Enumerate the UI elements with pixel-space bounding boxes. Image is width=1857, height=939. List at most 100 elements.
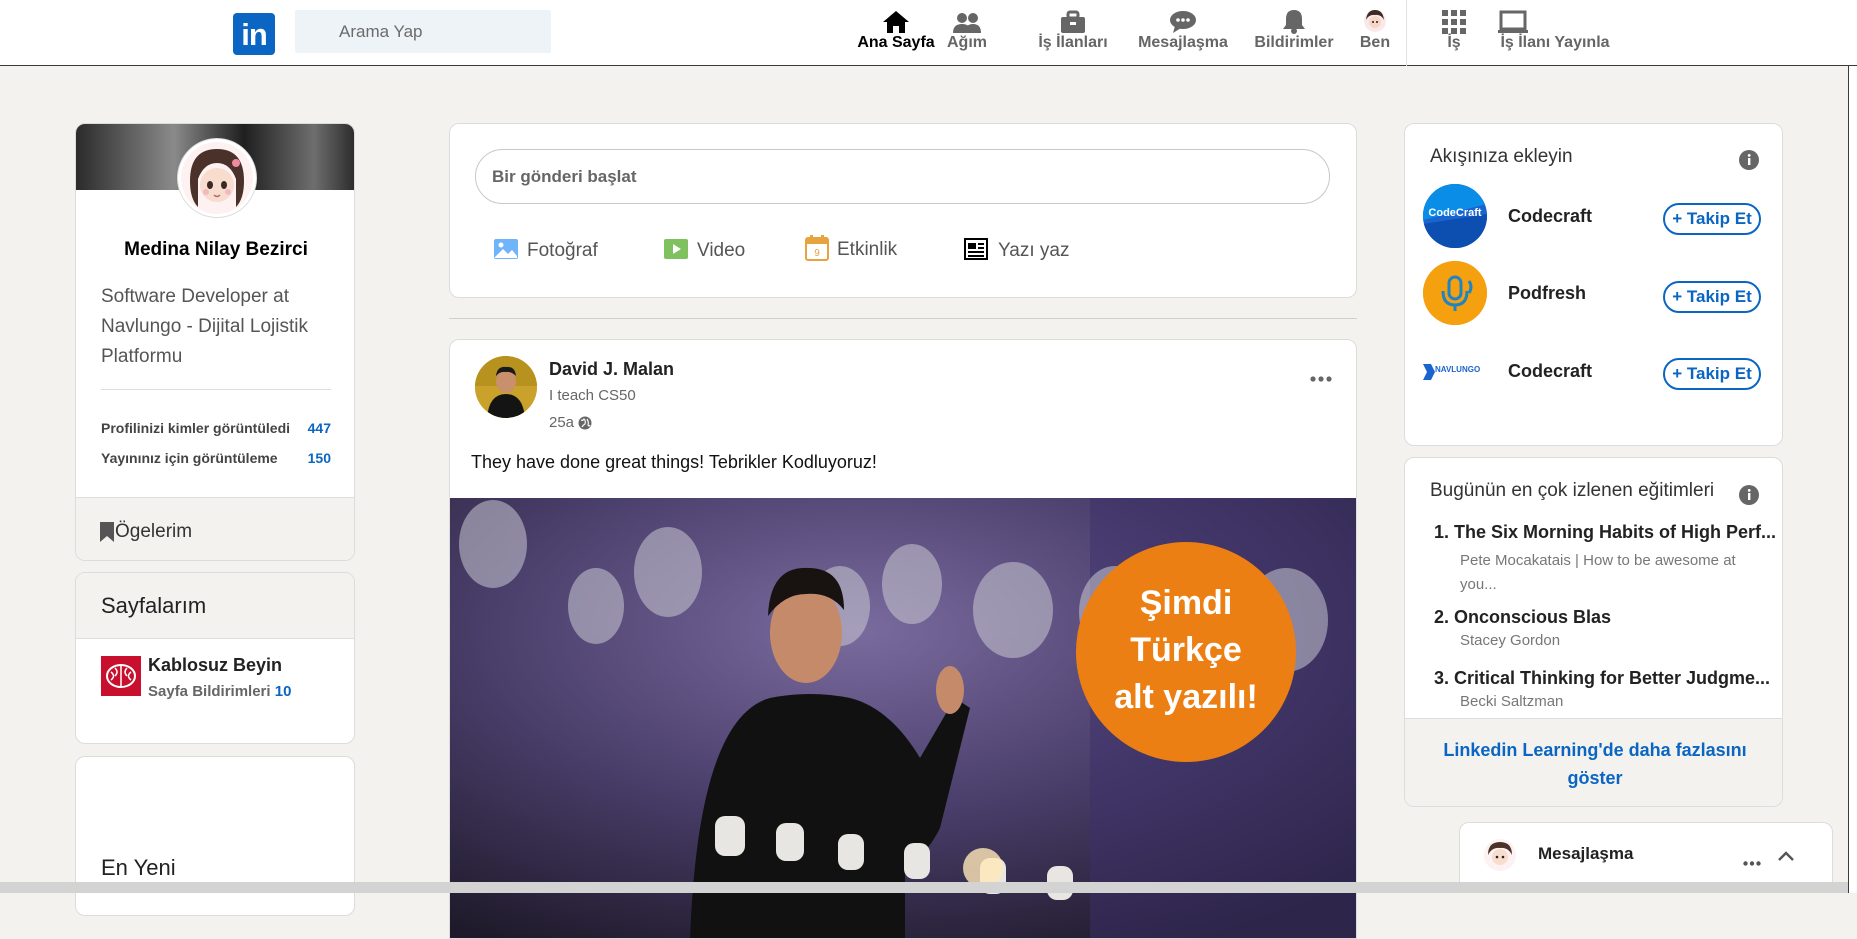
nav-jobs[interactable]: İş İlanları [1033, 6, 1113, 52]
post-meta: 25a [549, 414, 592, 431]
profile-views-label: Profilinizi kimler görüntüledi [101, 420, 291, 436]
vertical-scrollbar[interactable] [1848, 66, 1857, 893]
profile-views-value: 447 [307, 420, 331, 436]
badge-line: alt yazılı! [1114, 678, 1258, 716]
company-name[interactable]: Codecraft [1508, 361, 1592, 382]
profile-views-stat[interactable]: Profilinizi kimler görüntüledi 447 [101, 420, 331, 440]
messaging-icon [1135, 6, 1231, 34]
author-name[interactable]: David J. Malan [549, 359, 674, 380]
divider [101, 389, 331, 390]
course-title: 2. Onconscious Blas [1434, 607, 1612, 627]
write-article-button[interactable]: Yazı yaz [964, 236, 1069, 266]
saved-items-row[interactable]: Ögelerim [76, 497, 354, 560]
calendar-icon: 9 [805, 234, 829, 266]
video-button[interactable]: Video [663, 236, 745, 266]
post-views-label: Yayınınız için görüntüleme [101, 450, 278, 466]
company-logo-text: CodeCraft [1428, 207, 1482, 219]
learning-more-section: Linkedin Learning'de daha fazlasını göst… [1405, 718, 1782, 806]
course-item[interactable]: 3. Critical Thinking for Better Judgme..… [1434, 668, 1774, 710]
profile-name[interactable]: Medina Nilay Bezirci [76, 239, 354, 261]
nav-notifications-label: Bildirimler [1254, 34, 1334, 51]
linkedin-logo[interactable]: in [233, 13, 275, 55]
info-icon[interactable] [1739, 150, 1759, 175]
page-notifications[interactable]: Sayfa Bildirimleri 10 [148, 683, 291, 700]
messaging-label: Mesajlaşma [1538, 844, 1634, 863]
more-options-icon[interactable] [1310, 369, 1332, 387]
author-subtitle: I teach CS50 [549, 387, 636, 404]
recent-title: En Yeni [101, 855, 176, 880]
nav-network[interactable]: Ağım [942, 6, 992, 52]
company-logo[interactable]: CodeCraft [1423, 184, 1487, 248]
nav-divider [1406, 0, 1407, 66]
profile-card: Medina Nilay Bezirci Software Developer … [75, 123, 355, 561]
page-logo[interactable] [101, 656, 141, 696]
write-article-label: Yazı yaz [998, 240, 1070, 261]
grid-icon [1436, 6, 1472, 34]
chevron-up-icon[interactable] [1778, 848, 1794, 866]
start-post-input[interactable]: Bir gönderi başlat [475, 149, 1330, 204]
top-navigation-bar: in Arama Yap Ana Sayfa Ağım İş İlanları … [0, 0, 1857, 66]
follow-button[interactable]: + Takip Et [1663, 358, 1761, 390]
post-views-stat[interactable]: Yayınınız için görüntüleme 150 [101, 450, 331, 470]
post-job-icon [1498, 6, 1612, 34]
photo-label: Fotoğraf [527, 240, 598, 261]
video-label: Video [697, 240, 746, 261]
learning-card: Bugünün en çok izlenen eğitimleri 1. The… [1404, 457, 1783, 807]
photo-button[interactable]: Fotoğraf [493, 236, 598, 266]
course-author: Stacey Gordon [1460, 632, 1561, 649]
page-notifications-label: Sayfa Bildirimleri [148, 683, 271, 700]
nav-messaging[interactable]: Mesajlaşma [1135, 6, 1231, 52]
learning-more-link[interactable]: Linkedin Learning'de daha fazlasını göst… [1435, 736, 1755, 792]
post-text: They have done great things! Tebrikler K… [471, 452, 877, 472]
course-author: Pete Mocakatais | How to be awesome at y… [1460, 552, 1736, 593]
nav-me-label: Ben [1359, 34, 1391, 51]
feed-divider [449, 318, 1357, 319]
search-input[interactable]: Arama Yap [295, 10, 551, 53]
post-views-value: 150 [307, 450, 331, 466]
pages-card: Sayfalarım Kablosuz Beyin Sayfa Bildirim… [75, 572, 355, 744]
company-name[interactable]: Podfresh [1508, 283, 1586, 304]
suggestions-card: Akışınıza ekleyin CodeCraft Codecraft + … [1404, 123, 1783, 446]
event-button[interactable]: 9 Etkinlik [805, 234, 897, 266]
more-options-icon[interactable] [1743, 853, 1761, 871]
company-name[interactable]: Codecraft [1508, 206, 1592, 227]
feed-post: David J. Malan I teach CS50 25a They hav… [449, 339, 1357, 939]
horizontal-scrollbar[interactable] [0, 882, 1848, 893]
video-icon [663, 238, 689, 265]
nav-me[interactable]: Ben [1355, 6, 1395, 52]
nav-home[interactable]: Ana Sayfa [844, 6, 948, 52]
author-avatar[interactable] [475, 356, 537, 418]
post-image[interactable]: Şimdi Türkçe alt yazılı! [450, 498, 1356, 938]
nav-post-job[interactable]: İş İlanı Yayınla [1498, 6, 1612, 52]
network-icon [942, 6, 992, 34]
course-title: 1. The Six Morning Habits of High Perf..… [1434, 522, 1777, 542]
nav-jobs-label: İş İlanları [1038, 34, 1108, 51]
avatar [1355, 6, 1395, 34]
svg-text:9: 9 [814, 248, 820, 259]
company-logo[interactable]: NAVLUNGO [1423, 360, 1487, 386]
badge-line: Şimdi [1139, 584, 1233, 622]
follow-button[interactable]: + Takip Et [1663, 203, 1761, 235]
saved-items-label: Ögelerim [115, 521, 193, 542]
course-item[interactable]: 1. The Six Morning Habits of High Perf..… [1434, 522, 1777, 597]
pages-title: Sayfalarım [101, 593, 207, 618]
company-logo[interactable] [1423, 261, 1487, 325]
info-icon[interactable] [1739, 485, 1759, 510]
nav-messaging-label: Mesajlaşma [1138, 34, 1228, 51]
course-item[interactable]: 2. Onconscious Blas Stacey Gordon [1434, 607, 1774, 649]
profile-avatar[interactable] [178, 139, 256, 217]
post-time: 25a [549, 414, 575, 431]
nav-work[interactable]: İş [1436, 6, 1472, 52]
briefcase-icon [1033, 6, 1113, 34]
follow-button[interactable]: + Takip Et [1663, 281, 1761, 313]
post-composer: Bir gönderi başlat Fotoğraf Video 9 Etki… [449, 123, 1357, 298]
company-logo-text: NAVLUNGO [1435, 365, 1481, 374]
pages-header: Sayfalarım [76, 573, 354, 639]
suggestions-title: Akışınıza ekleyin [1430, 146, 1573, 167]
nav-notifications[interactable]: Bildirimler [1252, 6, 1336, 52]
photo-icon [493, 238, 519, 265]
page-notifications-count: 10 [274, 683, 292, 700]
page-name[interactable]: Kablosuz Beyin [148, 655, 282, 676]
home-icon [844, 6, 948, 34]
bookmark-icon [100, 522, 114, 547]
